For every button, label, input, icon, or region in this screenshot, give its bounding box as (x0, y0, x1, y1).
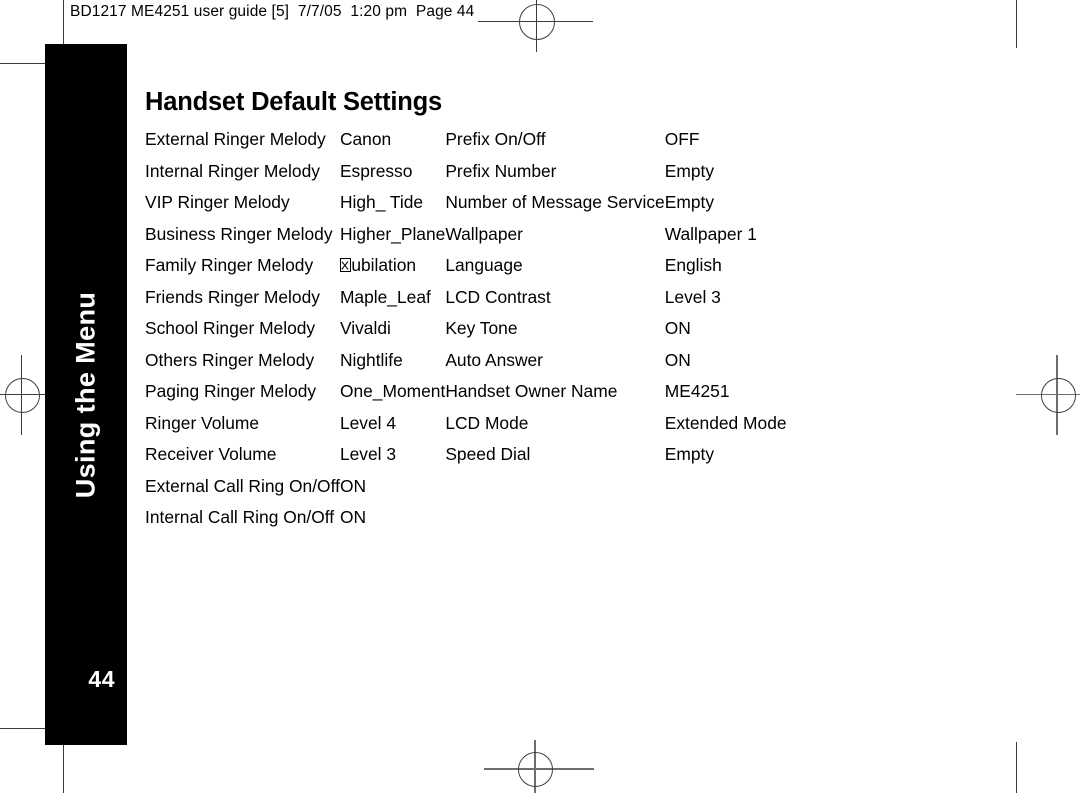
setting-value: High_ Tide (339, 192, 424, 212)
table-row: Family Ringer Melody ubilation Language Eng… (145, 250, 787, 282)
page-title: Handset Default Settings (145, 88, 442, 116)
setting-value: Wallpaper 1 (664, 223, 757, 244)
setting-label: Receiver Volume (145, 444, 277, 464)
registration-mark-left (5, 378, 40, 413)
setting-label: Internal Call Ring On/Off (145, 507, 335, 527)
setting-label: Prefix On/Off (445, 129, 546, 149)
setting-value: Empty (664, 160, 715, 181)
table-row: External Call Ring On/Off ON (145, 471, 787, 503)
setting-value: ON (339, 507, 367, 527)
setting-label: Friends Ringer Melody (145, 286, 320, 307)
default-settings-table: External Ringer Melody Canon Prefix On/Off… (145, 124, 787, 534)
table-row: School Ringer Melody Vivaldi Key Tone ON (145, 313, 787, 345)
setting-value: Higher_Plane (339, 223, 446, 244)
crop-mark-top-right-vertical (1016, 0, 1018, 48)
setting-label (445, 502, 664, 534)
table-row: Receiver Volume Level 3 Speed Dial Empty (145, 439, 787, 471)
setting-label: External Ringer Melody (145, 129, 326, 149)
registration-mark-bottom (518, 752, 553, 787)
setting-value: Vivaldi (339, 318, 391, 338)
registration-mark-right (1041, 378, 1076, 413)
setting-value: ON (664, 349, 691, 370)
setting-label: Wallpaper (445, 223, 523, 244)
page-number: 44 (88, 666, 115, 692)
table-row: Friends Ringer Melody Maple_Leaf LCD Contr… (145, 282, 787, 314)
table-row: Business Ringer Melody Higher_Plane Wallpa… (145, 219, 787, 251)
print-slug-line: BD1217 ME4251 user guide [5] 7/7/05 1:20… (70, 3, 475, 20)
crop-mark-bottom-right-vertical (1016, 742, 1018, 793)
setting-value (665, 471, 787, 503)
table-row: Others Ringer Melody Nightlife Auto Answer… (145, 345, 787, 377)
setting-label: Others Ringer Melody (145, 349, 315, 370)
table-row: Ringer Volume Level 4 LCD Mode Extended Mod… (145, 408, 787, 440)
registration-mark-top (519, 4, 555, 40)
table-row: Internal Ringer Melody Espresso Prefix Num… (145, 156, 787, 188)
setting-value: Maple_Leaf (339, 286, 431, 307)
setting-label: School Ringer Melody (145, 318, 316, 338)
setting-value: One_Moment (339, 381, 446, 401)
setting-value: Espresso (339, 160, 413, 181)
setting-label: Prefix Number (445, 160, 557, 181)
manual-page: BD1217 ME4251 user guide [5] 7/7/05 1:20… (0, 0, 1080, 793)
setting-label: Speed Dial (445, 444, 531, 464)
setting-label: Ringer Volume (145, 412, 260, 433)
setting-value: Level 3 (339, 444, 397, 464)
setting-label: External Call Ring On/Off (145, 475, 340, 496)
setting-label: Handset Owner Name (445, 381, 618, 401)
table-row: External Ringer Melody Canon Prefix On/Off… (145, 124, 787, 156)
crop-mark-top-left-horizontal (0, 63, 50, 65)
crop-mark-bottom-left-vertical (63, 742, 65, 793)
setting-value: OFF (664, 129, 700, 149)
setting-label: Paging Ringer Melody (145, 381, 317, 401)
setting-value: Extended Mode (664, 412, 787, 433)
settings-table-body: External Ringer Melody Canon Prefix On/Off… (145, 124, 787, 534)
setting-value: English (664, 255, 722, 275)
setting-value (665, 502, 787, 534)
crop-mark-top-left-vertical (63, 0, 65, 48)
setting-label: Business Ringer Melody (145, 223, 333, 244)
crop-mark-bottom-left-horizontal (0, 728, 50, 730)
setting-label: Auto Answer (445, 349, 543, 370)
setting-label: LCD Mode (445, 412, 529, 433)
setting-value: Level 4 (339, 412, 397, 433)
setting-value: Nightlife (339, 349, 403, 370)
setting-value: ME4251 (664, 381, 730, 401)
setting-label: Family Ringer Melody (145, 255, 314, 275)
setting-label: Internal Ringer Melody (145, 160, 320, 181)
setting-label: Language (445, 255, 523, 275)
missing-glyph-box-icon (339, 257, 351, 272)
setting-value: Empty (664, 192, 715, 212)
setting-value: ubilation (339, 250, 445, 282)
setting-value: Canon (339, 129, 392, 149)
setting-value: Level 3 (664, 286, 721, 307)
table-row: VIP Ringer Melody High_ Tide Number of Mes… (145, 187, 787, 219)
chapter-tab-label: Using the Menu (70, 291, 101, 498)
chapter-thumb-tab: Using the Menu 44 (45, 44, 127, 745)
setting-label (445, 471, 664, 503)
table-row: Internal Call Ring On/Off ON (145, 502, 787, 534)
setting-value: ON (339, 475, 367, 496)
setting-value: ON (664, 318, 691, 338)
setting-value: Empty (664, 444, 715, 464)
setting-label: LCD Contrast (445, 286, 551, 307)
setting-label: Number of Message Service (445, 192, 665, 212)
setting-label: Key Tone (445, 318, 518, 338)
table-row: Paging Ringer Melody One_Moment Handset Ow… (145, 376, 787, 408)
setting-label: VIP Ringer Melody (145, 192, 290, 212)
